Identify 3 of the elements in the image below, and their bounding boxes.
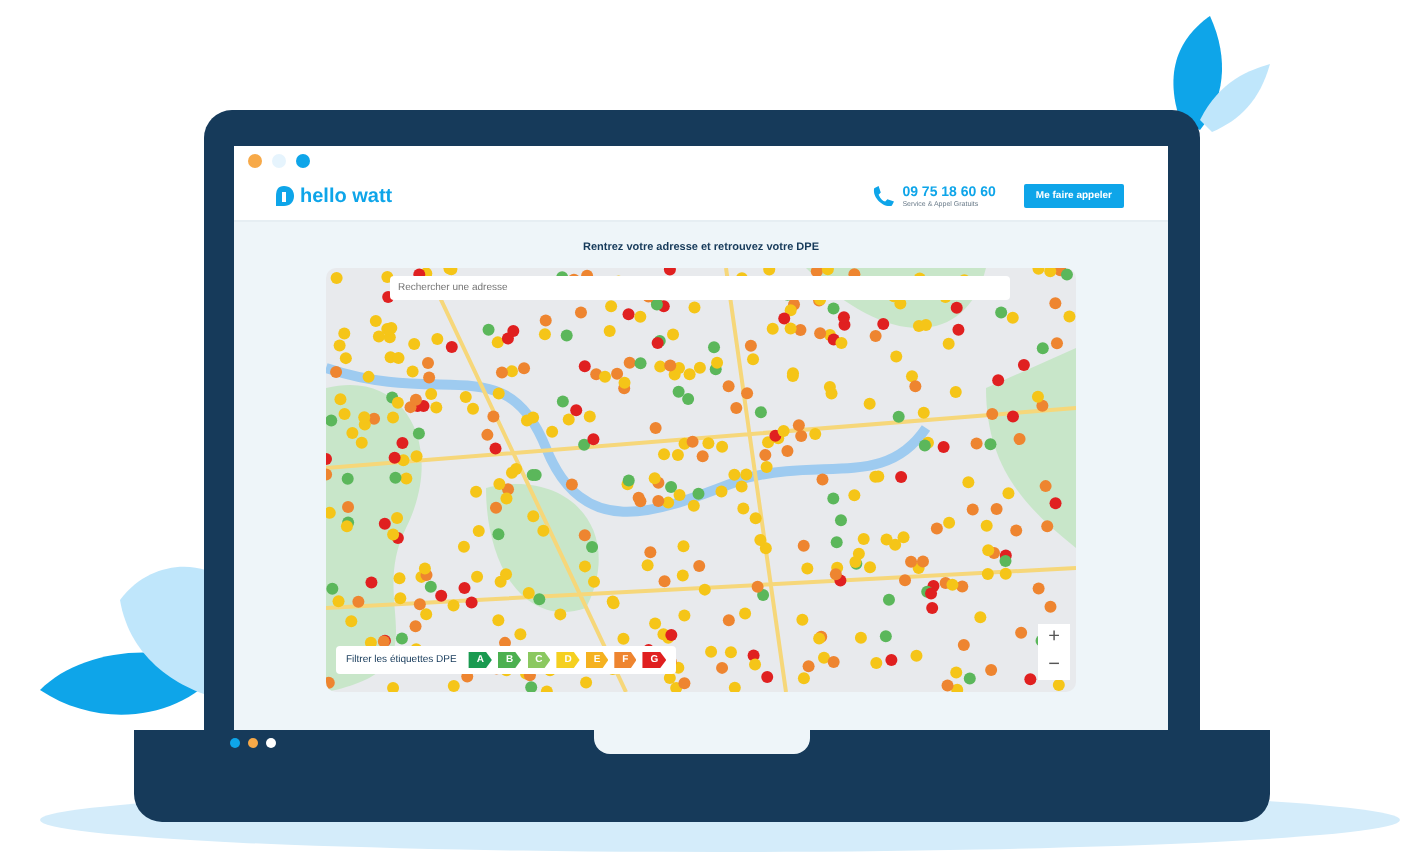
phone-icon (872, 185, 895, 207)
logo-text: hello watt (300, 185, 393, 207)
logo-icon (274, 186, 294, 206)
